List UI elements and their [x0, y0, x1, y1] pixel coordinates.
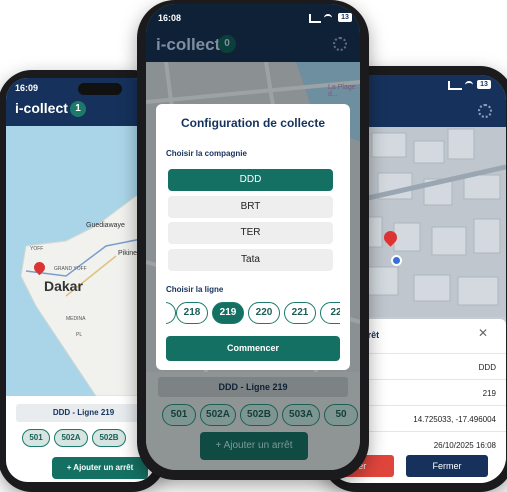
map-label-pl: PL	[76, 332, 83, 338]
map-label-pikine: Pikine	[118, 250, 138, 257]
start-button[interactable]: Commencer	[166, 336, 340, 361]
dynamic-island	[78, 83, 122, 95]
line-title-bar: DDD - Ligne 219	[16, 404, 151, 422]
status-time: 16:08	[158, 13, 182, 23]
wifi-icon	[465, 81, 473, 89]
map-label-guediawaye: Guediawaye	[86, 222, 125, 229]
line-chip-218[interactable]: 218	[176, 302, 208, 324]
collect-count-badge: 0	[218, 35, 236, 53]
location-dot-icon	[391, 255, 402, 266]
add-stop-button[interactable]: + Ajouter un arrêt	[200, 432, 308, 460]
battery-indicator: 13	[338, 13, 352, 22]
map-label-plage: La Plage d...	[328, 84, 356, 98]
map-view[interactable]: Guediawaye Pikine YOFF GRAND YOFF Dakar …	[6, 126, 156, 397]
modal-title: Configuration de collecte	[180, 116, 325, 130]
company-label: Choisir la compagnie	[166, 149, 247, 158]
config-modal: Configuration de collecte Choisir la com…	[156, 104, 350, 370]
center-phone: 16:08 13 i-collect 0 La Plage d... DDD -…	[137, 0, 369, 480]
line-label: Choisir la ligne	[166, 285, 224, 294]
line-chip-221[interactable]: 221	[284, 302, 316, 324]
status-time: 16:09	[15, 83, 39, 93]
map-label-yoff: YOFF	[30, 246, 44, 252]
line-chip-partial[interactable]	[166, 302, 176, 324]
company-option-tata[interactable]: Tata	[168, 249, 333, 271]
signal-icon	[309, 14, 321, 23]
collect-count-badge: 1	[70, 101, 86, 117]
stop-chip-502b[interactable]: 502B	[92, 429, 126, 447]
line-chip-219[interactable]: 219	[212, 302, 244, 324]
battery-indicator: 13	[477, 80, 491, 89]
line-chip-scroller[interactable]: 218 219 220 221 22	[166, 300, 340, 326]
company-option-brt[interactable]: BRT	[168, 196, 333, 218]
close-button[interactable]: Fermer	[406, 455, 488, 477]
company-option-ddd[interactable]: DDD	[168, 169, 333, 191]
settings-gear-icon[interactable]	[478, 104, 492, 118]
stop-chip-502a[interactable]: 502A	[200, 404, 236, 426]
stop-chip-501[interactable]: 501	[22, 429, 50, 447]
map-label-dakar: Dakar	[44, 278, 83, 294]
map-label-grand-yoff: GRAND YOFF	[54, 266, 87, 272]
bottom-panel: DDD - Ligne 219 501 502A 502B + Ajouter …	[6, 396, 156, 482]
wifi-icon	[324, 14, 332, 22]
settings-gear-icon[interactable]	[333, 37, 347, 51]
close-icon[interactable]: ✕	[478, 327, 490, 339]
stop-chip-503a[interactable]: 503A	[282, 404, 320, 426]
signal-icon	[448, 81, 462, 90]
stop-chip-502b[interactable]: 502B	[240, 404, 278, 426]
app-brand: i-collect	[156, 35, 221, 54]
map-land	[20, 185, 156, 397]
app-brand: i-collect	[15, 100, 68, 116]
center-phone-screen: 16:08 13 i-collect 0 La Plage d... DDD -…	[146, 4, 360, 470]
line-chip-22[interactable]: 22	[320, 302, 340, 324]
add-stop-button[interactable]: + Ajouter un arrêt	[52, 457, 148, 479]
line-chip-220[interactable]: 220	[248, 302, 280, 324]
left-phone-screen: 16:09 i-collect 1 Guediawaye Pikine YOFF…	[6, 78, 156, 482]
stop-chip-501[interactable]: 501	[162, 404, 196, 426]
line-title-bar: DDD - Ligne 219	[158, 377, 348, 397]
stop-chip-50[interactable]: 50	[324, 404, 358, 426]
map-label-medina: MEDINA	[66, 316, 86, 322]
stop-chip-502a[interactable]: 502A	[54, 429, 88, 447]
bottom-panel: DDD - Ligne 219 501 502A 502B 503A 50 + …	[146, 372, 360, 470]
company-option-ter[interactable]: TER	[168, 222, 333, 244]
